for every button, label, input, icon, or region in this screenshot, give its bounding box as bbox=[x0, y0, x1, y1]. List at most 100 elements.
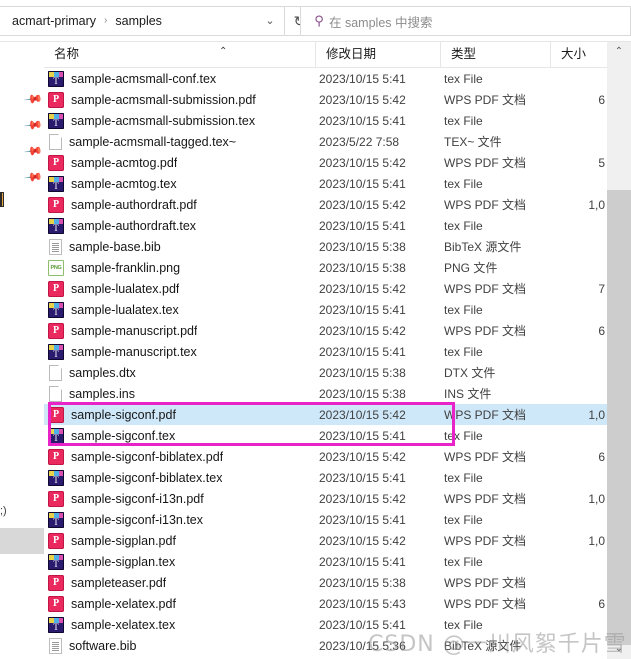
file-name-label: sample-sigplan.pdf bbox=[71, 533, 176, 548]
file-date-modified: 2023/10/15 5:41 bbox=[319, 176, 406, 191]
pdf-file-icon bbox=[48, 490, 64, 507]
column-header-type[interactable]: 类型 bbox=[440, 42, 550, 67]
file-name-label: sample-acmtog.tex bbox=[71, 176, 177, 191]
column-header-name-label: 名称 bbox=[54, 47, 80, 61]
file-name-label: sampleteaser.pdf bbox=[71, 575, 167, 590]
file-name-cell: sample-acmsmall-conf.tex bbox=[44, 70, 315, 87]
file-name-cell: sample-sigplan.pdf bbox=[44, 532, 315, 549]
file-name-cell: sample-xelatex.tex bbox=[44, 616, 315, 633]
file-date-modified: 2023/10/15 5:41 bbox=[319, 512, 406, 527]
file-row[interactable]: sample-sigconf.pdf 2023/10/15 5:42 WPS PDF… bbox=[44, 404, 607, 425]
file-row[interactable]: sample-lualatex.tex 2023/10/15 5:41 tex Fi… bbox=[44, 299, 607, 320]
file-name-label: sample-acmsmall-conf.tex bbox=[71, 71, 217, 86]
file-name-cell: sample-sigconf-i13n.tex bbox=[44, 511, 315, 528]
pdf-file-icon bbox=[48, 154, 64, 171]
file-name-label: sample-lualatex.pdf bbox=[71, 281, 180, 296]
scroll-up-arrow-icon[interactable]: ⌃ bbox=[607, 42, 631, 62]
file-type: tex File bbox=[444, 302, 483, 317]
file-row[interactable]: sample-sigconf-i13n.tex 2023/10/15 5:41 te… bbox=[44, 509, 607, 530]
search-input-placeholder[interactable]: 在 samples 中搜索 bbox=[329, 12, 433, 31]
file-row[interactable]: sample-xelatex.tex 2023/10/15 5:41 tex Fil… bbox=[44, 614, 607, 635]
address-bar[interactable]: ‹ acmart-primary › samples ⌄ bbox=[0, 6, 285, 36]
pdf-file-icon bbox=[48, 448, 64, 465]
file-row[interactable]: sample-acmsmall-submission.pdf 2023/10/15… bbox=[44, 89, 607, 110]
file-size: 1,0 bbox=[588, 491, 605, 506]
file-row[interactable]: sample-acmtog.pdf 2023/10/15 5:42 WPS PDF … bbox=[44, 152, 607, 173]
search-box[interactable]: ⚲ 在 samples 中搜索 bbox=[300, 6, 631, 36]
file-row[interactable]: sample-sigconf-i13n.pdf 2023/10/15 5:42 WP… bbox=[44, 488, 607, 509]
file-type: INS 文件 bbox=[444, 387, 492, 401]
file-type: TEX~ 文件 bbox=[444, 135, 502, 149]
file-row[interactable]: sample-manuscript.tex 2023/10/15 5:41 tex … bbox=[44, 341, 607, 362]
tex-file-icon bbox=[48, 112, 64, 129]
navigation-pane-sliver[interactable]: 📌 📌 📌 📌 ;) bbox=[0, 42, 45, 659]
file-date-modified: 2023/10/15 5:41 bbox=[319, 302, 406, 317]
file-name-cell: sample-acmtog.pdf bbox=[44, 154, 315, 171]
file-row[interactable]: sample-authordraft.tex 2023/10/15 5:41 tex… bbox=[44, 215, 607, 236]
file-name-label: sample-sigplan.tex bbox=[71, 554, 176, 569]
pin-icon[interactable]: 📌 bbox=[23, 141, 43, 161]
file-type: WPS PDF 文档 bbox=[444, 408, 527, 422]
file-row[interactable]: sample-base.bib 2023/10/15 5:38 BibTeX 源文件 bbox=[44, 236, 607, 257]
file-name-cell: sample-manuscript.pdf bbox=[44, 322, 315, 339]
breadcrumb-item-acmart-primary[interactable]: acmart-primary bbox=[5, 7, 103, 35]
pin-icon[interactable]: 📌 bbox=[23, 89, 43, 109]
search-icon: ⚲ bbox=[314, 13, 324, 28]
vertical-scrollbar[interactable]: ⌃ ⌄ bbox=[607, 42, 631, 659]
file-type: WPS PDF 文档 bbox=[444, 450, 527, 464]
scroll-down-arrow-icon[interactable]: ⌄ bbox=[607, 639, 631, 659]
tex-file-icon bbox=[48, 343, 64, 360]
file-row[interactable]: sample-acmsmall-tagged.tex~ 2023/5/22 7:5… bbox=[44, 131, 607, 152]
pin-icon[interactable]: 📌 bbox=[23, 115, 43, 135]
file-row[interactable]: sample-xelatex.pdf 2023/10/15 5:43 WPS PDF… bbox=[44, 593, 607, 614]
file-name-cell: sample-lualatex.tex bbox=[44, 301, 315, 318]
file-row[interactable]: sampleteaser.pdf 2023/10/15 5:38 WPS PDF 文… bbox=[44, 572, 607, 593]
file-date-modified: 2023/10/15 5:41 bbox=[319, 71, 406, 86]
file-name-cell: samples.dtx bbox=[44, 364, 315, 381]
file-type: WPS PDF 文档 bbox=[444, 156, 527, 170]
file-date-modified: 2023/10/15 5:41 bbox=[319, 617, 406, 632]
file-list[interactable]: sample-acmsmall-conf.tex 2023/10/15 5:41 t… bbox=[44, 68, 607, 659]
file-type: DTX 文件 bbox=[444, 366, 496, 380]
scrollbar-thumb[interactable] bbox=[607, 190, 631, 645]
file-date-modified: 2023/10/15 5:38 bbox=[319, 575, 406, 590]
file-date-modified: 2023/10/15 5:42 bbox=[319, 92, 406, 107]
file-row[interactable]: sample-authordraft.pdf 2023/10/15 5:42 WPS… bbox=[44, 194, 607, 215]
file-row[interactable]: sample-sigplan.tex 2023/10/15 5:41 tex Fil… bbox=[44, 551, 607, 572]
file-name-label: sample-sigconf-i13n.pdf bbox=[71, 491, 204, 506]
breadcrumb-item-samples[interactable]: samples bbox=[108, 7, 169, 35]
file-row[interactable]: samples.ins 2023/10/15 5:38 INS 文件 bbox=[44, 383, 607, 404]
file-row[interactable]: sample-acmsmall-submission.tex 2023/10/15… bbox=[44, 110, 607, 131]
file-name-cell: sample-sigconf.pdf bbox=[44, 406, 315, 423]
file-name-cell: sample-acmsmall-submission.tex bbox=[44, 112, 315, 129]
column-header-date-modified[interactable]: 修改日期 bbox=[315, 42, 440, 67]
file-size: 1,0 bbox=[588, 197, 605, 212]
file-row[interactable]: sample-manuscript.pdf 2023/10/15 5:42 WPS … bbox=[44, 320, 607, 341]
file-date-modified: 2023/10/15 5:41 bbox=[319, 218, 406, 233]
file-row[interactable]: software.bib 2023/10/15 5:36 BibTeX 源文件 bbox=[44, 635, 607, 656]
file-name-cell: sample-authordraft.pdf bbox=[44, 196, 315, 213]
file-row[interactable]: samples.dtx 2023/10/15 5:38 DTX 文件 bbox=[44, 362, 607, 383]
file-row[interactable]: sample-sigconf.tex 2023/10/15 5:41 tex Fil… bbox=[44, 425, 607, 446]
file-type: tex File bbox=[444, 554, 483, 569]
file-name-label: sample-sigconf-biblatex.pdf bbox=[71, 449, 224, 464]
bib-file-icon bbox=[49, 238, 62, 255]
pdf-file-icon bbox=[48, 406, 64, 423]
file-row[interactable]: sample-acmsmall-conf.tex 2023/10/15 5:41 t… bbox=[44, 68, 607, 89]
file-type: BibTeX 源文件 bbox=[444, 240, 522, 254]
chevron-down-icon[interactable]: ⌄ bbox=[256, 7, 284, 35]
file-row[interactable]: sample-sigconf-biblatex.tex 2023/10/15 5:… bbox=[44, 467, 607, 488]
file-row[interactable]: sample-sigplan.pdf 2023/10/15 5:42 WPS PDF… bbox=[44, 530, 607, 551]
file-row[interactable]: sample-sigconf-biblatex.pdf 2023/10/15 5:… bbox=[44, 446, 607, 467]
file-name-label: software.bib bbox=[69, 638, 137, 653]
pin-icon[interactable]: 📌 bbox=[23, 167, 43, 187]
file-type: tex File bbox=[444, 617, 483, 632]
bib-file-icon bbox=[49, 637, 62, 654]
file-row[interactable]: sample-acmtog.tex 2023/10/15 5:41 tex File bbox=[44, 173, 607, 194]
file-row[interactable]: sample-franklin.png 2023/10/15 5:38 PNG 文件 bbox=[44, 257, 607, 278]
file-date-modified: 2023/10/15 5:43 bbox=[319, 596, 406, 611]
file-name-cell: sample-manuscript.tex bbox=[44, 343, 315, 360]
column-header-name[interactable]: 名称 ⌃ bbox=[44, 42, 315, 67]
file-row[interactable]: sample-lualatex.pdf 2023/10/15 5:42 WPS PD… bbox=[44, 278, 607, 299]
column-header-size[interactable]: 大小 bbox=[550, 42, 607, 67]
